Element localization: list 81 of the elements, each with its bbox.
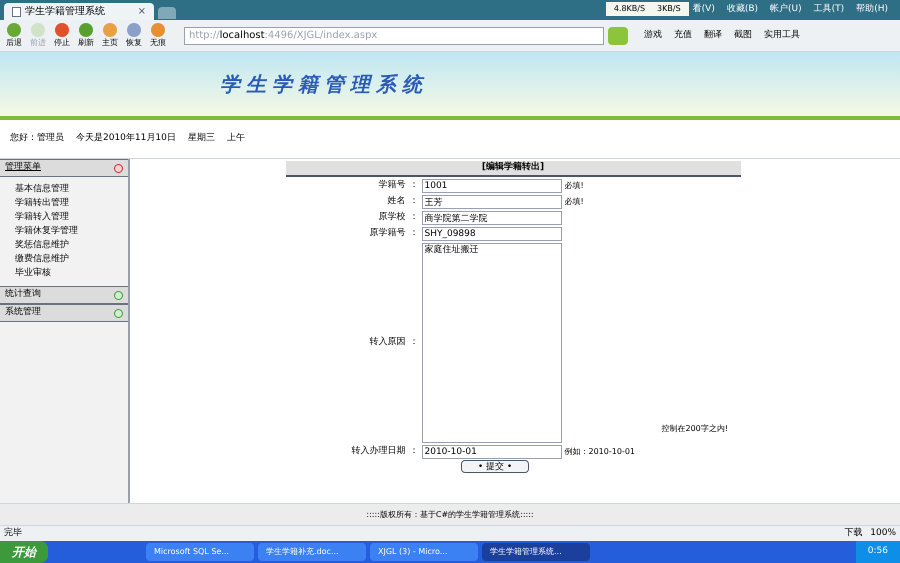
- expand-icon[interactable]: [114, 308, 123, 318]
- zoom-level[interactable]: 100%: [870, 526, 896, 540]
- text-input-field[interactable]: 商学院第二学院: [422, 211, 562, 225]
- reason-textarea[interactable]: 家庭住址搬迁: [422, 243, 562, 443]
- nav-button[interactable]: 后退: [4, 22, 24, 48]
- menu-item[interactable]: 毕业审核: [15, 267, 128, 280]
- taskbar-button[interactable]: XJGL (3) - Micro...: [370, 543, 478, 561]
- page-icon: [12, 6, 21, 16]
- taskbar-button[interactable]: Microsoft SQL Se...: [146, 543, 254, 561]
- start-button[interactable]: 开始: [0, 541, 48, 563]
- menu-item[interactable]: 缴费信息维护: [15, 253, 128, 266]
- tab-title: 学生学籍管理系统: [25, 4, 106, 19]
- field-label: 姓名: [388, 195, 406, 208]
- field-colon: ：: [410, 336, 418, 350]
- field-hint: 例如：2010-10-01: [564, 446, 635, 458]
- menu-item[interactable]: 帮助(H): [856, 3, 888, 17]
- field-hint: 必填!: [564, 196, 584, 208]
- greeting-text: 今天是2010年11月10日: [76, 132, 176, 146]
- clock-text: 0:56: [868, 545, 888, 558]
- taskbar-button[interactable]: 学生学籍补充.doc...: [258, 543, 366, 561]
- menu-header[interactable]: 统计查询: [0, 286, 128, 304]
- taskbar-button[interactable]: 学生学籍管理系统...: [482, 543, 590, 561]
- menu-header[interactable]: 系统管理: [0, 304, 128, 322]
- field-label: 转入原因: [370, 336, 406, 350]
- menu-item[interactable]: 看(V): [692, 3, 715, 17]
- upload-speed: 3KB/S: [657, 3, 681, 15]
- copyright-text: :::::版权所有：基于C#的学生学籍管理系统:::::: [366, 508, 534, 520]
- download-speed: 4.8KB/S: [614, 3, 646, 15]
- field-colon: ：: [410, 179, 418, 192]
- toolbar-item[interactable]: 游戏: [644, 28, 662, 42]
- menu-item[interactable]: 学籍转出管理: [15, 197, 128, 210]
- greeting-text: 您好：管理员: [10, 132, 64, 146]
- menu-title: 统计查询: [5, 288, 41, 302]
- field-hint: 控制在200字之内!: [662, 423, 728, 435]
- field-label: 学籍号: [378, 179, 406, 192]
- field-label: 转入办理日期: [352, 445, 406, 458]
- menu-item[interactable]: 工具(T): [814, 3, 844, 17]
- greeting-text: 上午: [226, 132, 245, 146]
- menu-header[interactable]: 管理菜单: [0, 159, 128, 177]
- field-colon: ：: [410, 445, 418, 458]
- download-button[interactable]: 下载: [844, 526, 862, 540]
- field-label: 原学校: [378, 211, 406, 224]
- menu-item[interactable]: 学籍转入管理: [15, 211, 128, 224]
- new-tab-button[interactable]: [158, 7, 176, 19]
- field-colon: ：: [410, 195, 418, 208]
- menu-item[interactable]: 奖惩信息维护: [15, 239, 128, 252]
- nav-button[interactable]: 停止: [52, 22, 72, 48]
- text-input-field[interactable]: 2010-10-01: [422, 445, 562, 459]
- menu-item[interactable]: 基本信息管理: [15, 183, 128, 196]
- close-tab-button[interactable]: ×: [138, 4, 146, 19]
- greeting-text: 星期三: [188, 132, 215, 146]
- menu-title: 系统管理: [5, 306, 41, 320]
- nav-button[interactable]: 恢复: [124, 22, 144, 48]
- menu-item[interactable]: 帐户(U): [770, 3, 802, 17]
- collapse-icon[interactable]: [114, 164, 123, 172]
- text-input-field[interactable]: 1001: [422, 179, 562, 193]
- field-hint: 必填!: [564, 180, 584, 192]
- go-button[interactable]: [608, 26, 628, 44]
- status-text: 完毕: [4, 526, 23, 540]
- submit-button[interactable]: • 提交 •: [460, 460, 530, 473]
- field-colon: ：: [410, 211, 418, 224]
- menu-item[interactable]: 学籍休复学管理: [15, 225, 128, 238]
- menu-item[interactable]: 收藏(B): [726, 3, 758, 17]
- nav-button[interactable]: 刷新: [76, 22, 96, 48]
- field-colon: ：: [410, 227, 418, 240]
- toolbar-item[interactable]: 翻译: [704, 28, 722, 42]
- form-title: [编辑学籍转出]: [482, 161, 544, 174]
- text-input-field[interactable]: SHY_09898: [422, 227, 562, 241]
- toolbar-item[interactable]: 实用工具: [764, 28, 800, 42]
- browser-tab[interactable]: 学生学籍管理系统 ×: [4, 3, 154, 20]
- toolbar-item[interactable]: 截图: [734, 28, 752, 42]
- address-bar[interactable]: http://localhost:4496/XJGL/index.aspx: [184, 26, 604, 44]
- nav-button[interactable]: 无痕: [148, 22, 168, 48]
- expand-icon[interactable]: [114, 290, 123, 300]
- url-text: http://localhost:4496/XJGL/index.aspx: [189, 29, 378, 43]
- field-label: 原学籍号: [370, 227, 406, 240]
- nav-button[interactable]: 主页: [100, 22, 120, 48]
- toolbar-item[interactable]: 充值: [674, 28, 692, 42]
- banner-title: 学生学籍管理系统: [220, 71, 428, 98]
- menu-title: 管理菜单: [5, 161, 41, 174]
- text-input-field[interactable]: 王芳: [422, 195, 562, 209]
